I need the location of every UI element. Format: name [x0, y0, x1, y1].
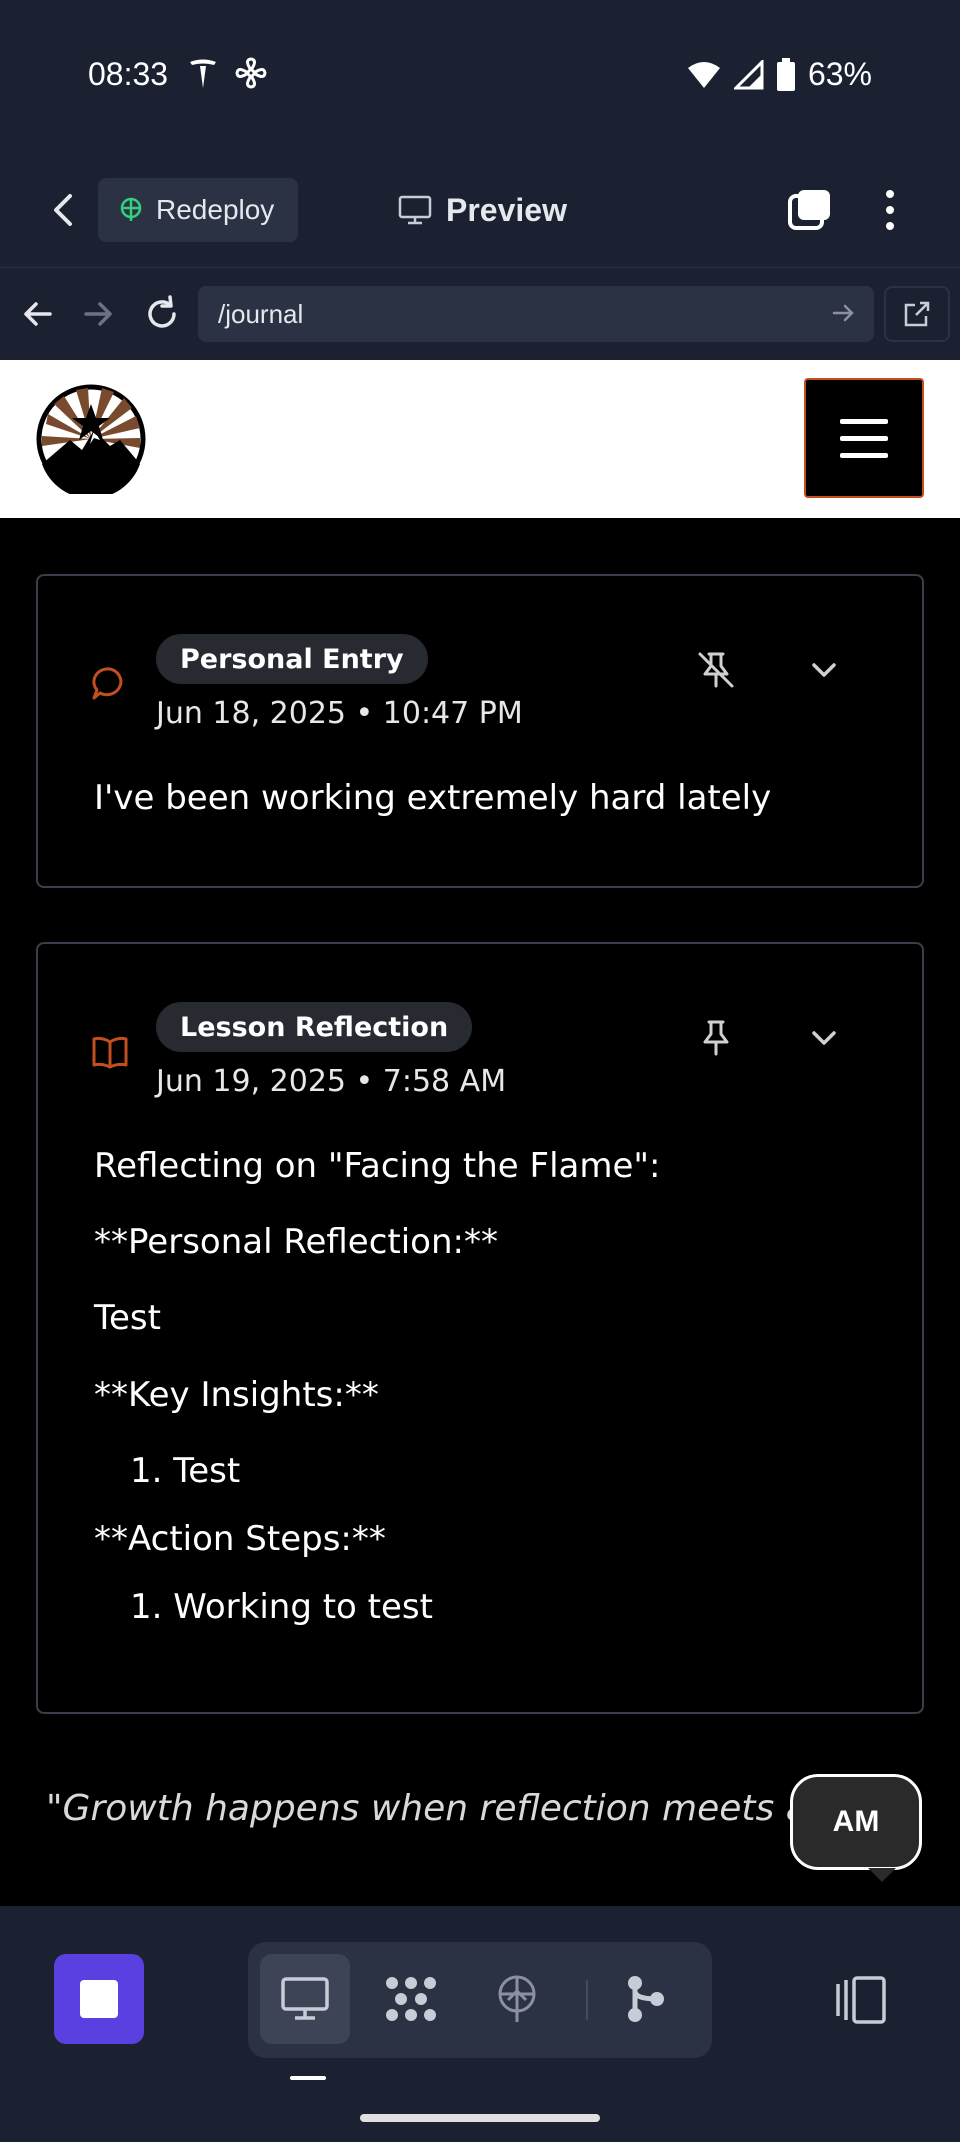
back-arrow-icon[interactable] — [44, 188, 84, 232]
agent-icon — [386, 1977, 436, 2021]
journal-entry-card[interactable]: Lesson Reflection Jun 19, 2025 • 7:58 AM… — [36, 942, 924, 1714]
journal-entry-card[interactable]: Personal Entry Jun 18, 2025 • 10:47 PM I… — [36, 574, 924, 888]
url-bar: /journal — [0, 268, 960, 360]
personal-reflection-text: Test — [94, 1298, 161, 1339]
deploy-tool-button[interactable] — [472, 1954, 562, 2044]
wifi-icon — [687, 61, 720, 88]
tool-group — [248, 1942, 712, 2058]
battery-percent: 63% — [807, 56, 872, 92]
menu-line-icon — [840, 435, 888, 441]
entry-intro: Reflecting on "Facing the Flame": — [94, 1146, 661, 1186]
site-header — [0, 360, 960, 518]
open-external-button[interactable] — [884, 286, 950, 342]
monitor-icon — [281, 1977, 329, 2020]
tabs-icon[interactable] — [786, 186, 834, 234]
redeploy-label: Redeploy — [156, 194, 275, 225]
agent-tool-button[interactable] — [366, 1954, 456, 2044]
home-indicator — [360, 2114, 600, 2122]
redeploy-button[interactable]: Redeploy — [98, 178, 299, 242]
tesla-icon — [190, 59, 216, 88]
mountain-star-logo[interactable] — [36, 384, 146, 494]
url-input[interactable]: /journal — [198, 286, 874, 342]
preview-tool-button[interactable] — [260, 1954, 350, 2044]
more-options-icon[interactable] — [874, 186, 906, 234]
entry-text: I've been working extremely hard lately — [94, 778, 772, 818]
fan-icon — [235, 57, 267, 89]
entry-type-badge: Personal Entry — [156, 634, 428, 684]
branch-icon — [628, 1976, 664, 2022]
list-item: 1. Working to test — [130, 1587, 433, 1628]
unpin-icon[interactable] — [692, 646, 740, 694]
deploy-icon — [498, 1975, 536, 2022]
tool-divider — [586, 1980, 588, 2020]
active-tab-indicator — [290, 2076, 326, 2080]
reload-icon[interactable] — [140, 292, 184, 336]
action-steps-heading: **Action Steps:** — [94, 1518, 386, 1559]
speech-bubble-icon — [92, 667, 123, 700]
app-bar: Redeploy Preview — [0, 150, 960, 268]
footer-quote: "Growth happens when reflection meets a — [46, 1788, 808, 1829]
entry-body: Reflecting on "Facing the Flame": **Pers… — [94, 1144, 882, 1653]
deploy-icon — [120, 197, 142, 221]
list-item: 1. Test — [130, 1450, 241, 1491]
avatar-tail — [868, 1868, 896, 1882]
bottom-toolbar — [0, 1906, 960, 2142]
layout-toggle-icon[interactable] — [832, 1974, 888, 2026]
battery-icon — [776, 57, 795, 91]
stop-icon — [80, 1980, 118, 2018]
status-bar: 08:33 63% — [0, 0, 960, 150]
stop-button[interactable] — [54, 1954, 144, 2044]
chevron-down-icon[interactable] — [800, 646, 848, 694]
signal-icon — [733, 59, 764, 89]
entry-body: I've been working extremely hard lately — [94, 776, 882, 852]
monitor-icon — [398, 195, 432, 225]
pin-icon[interactable] — [692, 1014, 740, 1062]
open-book-icon — [92, 1036, 128, 1069]
go-arrow-icon[interactable] — [830, 300, 856, 326]
menu-line-icon — [840, 418, 888, 424]
avatar[interactable]: AM — [790, 1774, 922, 1870]
browser-forward-icon[interactable] — [76, 292, 120, 336]
hamburger-menu-button[interactable] — [804, 378, 924, 498]
action-steps-list: 1. Working to test — [94, 1585, 882, 1629]
chevron-down-icon[interactable] — [800, 1014, 848, 1062]
entry-type-badge: Lesson Reflection — [156, 1002, 473, 1052]
preview-title: Preview — [398, 180, 567, 240]
entry-date: Jun 19, 2025 • 7:58 AM — [156, 1064, 507, 1099]
browser-back-icon[interactable] — [16, 292, 60, 336]
menu-line-icon — [840, 452, 888, 458]
git-tool-button[interactable] — [600, 1954, 690, 2044]
entry-date: Jun 18, 2025 • 10:47 PM — [156, 696, 523, 731]
external-link-icon — [904, 301, 930, 327]
url-path: /journal — [218, 298, 304, 329]
personal-reflection-heading: **Personal Reflection:** — [94, 1222, 498, 1263]
status-time: 08:33 — [88, 56, 169, 92]
preview-label: Preview — [446, 191, 567, 228]
key-insights-list: 1. Test — [94, 1449, 882, 1493]
key-insights-heading: **Key Insights:** — [94, 1374, 379, 1415]
